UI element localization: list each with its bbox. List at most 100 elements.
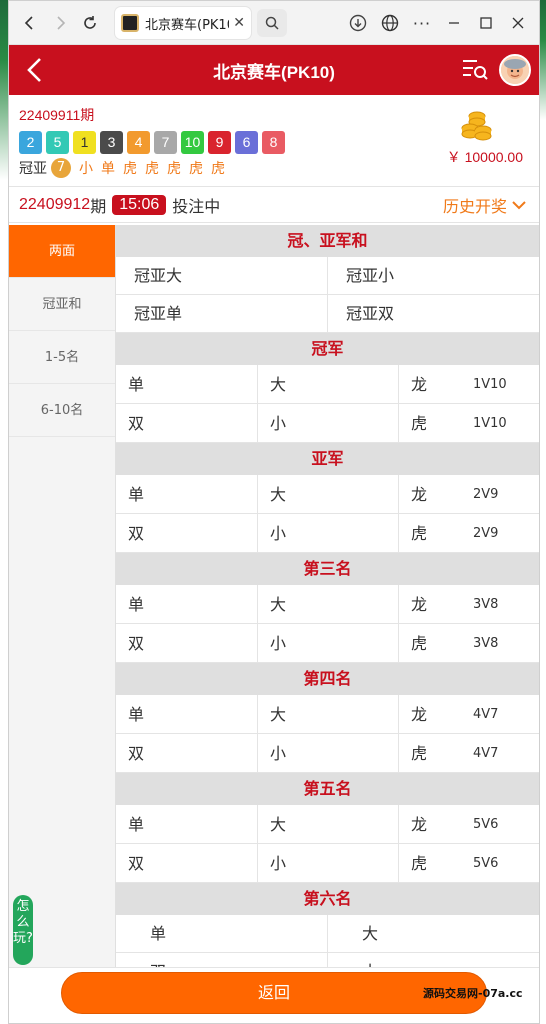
sidebar-item-1[interactable]: 冠亚和 bbox=[9, 278, 115, 331]
bet-row: 双小虎 1V10 bbox=[116, 404, 539, 443]
bet-row: 双小虎 2V9 bbox=[116, 514, 539, 553]
section-title: 第三名 bbox=[116, 553, 539, 585]
tab-close-icon[interactable]: ✕ bbox=[233, 15, 245, 31]
minimize-button[interactable] bbox=[439, 8, 469, 38]
matchup-label: 5V6 bbox=[473, 856, 499, 871]
site-favicon-icon bbox=[121, 14, 139, 32]
bet-option[interactable]: 虎 bbox=[399, 844, 461, 882]
bet-option[interactable]: 冠亚单 bbox=[116, 295, 328, 332]
bet-option[interactable]: 龙 bbox=[399, 695, 461, 733]
matchup-label: 3V8 bbox=[473, 597, 499, 612]
result-ball: 7 bbox=[154, 131, 177, 154]
watermark-text: 源码交易网-07a.cc bbox=[423, 987, 523, 1000]
bet-option[interactable]: 冠亚小 bbox=[328, 257, 539, 294]
arrow-right-icon bbox=[57, 15, 66, 30]
minimize-icon bbox=[449, 22, 459, 24]
browser-titlebar: 北京赛车(PK10) ✕ ··· bbox=[9, 1, 539, 45]
bet-row: 单大龙 2V9 bbox=[116, 475, 539, 514]
footer: 返回 源码交易网-07a.cc bbox=[9, 967, 539, 1023]
bet-option[interactable]: 双 bbox=[116, 404, 258, 442]
maximize-icon bbox=[480, 17, 492, 29]
bet-option[interactable]: 虎 bbox=[399, 404, 461, 442]
bet-row: 单大龙 4V7 bbox=[116, 695, 539, 734]
bet-row: 双小虎 5V6 bbox=[116, 844, 539, 883]
downloads-button[interactable] bbox=[343, 8, 373, 38]
browser-forward-button[interactable] bbox=[45, 8, 75, 38]
bet-option[interactable]: 龙 bbox=[399, 475, 461, 513]
maximize-button[interactable] bbox=[471, 8, 501, 38]
sidebar-item-0[interactable]: 两面 bbox=[9, 225, 115, 278]
bet-option[interactable]: 小 bbox=[258, 734, 399, 772]
bet-option[interactable]: 龙 bbox=[399, 365, 461, 403]
bet-option[interactable]: 单 bbox=[116, 475, 258, 513]
stat-item: 小 bbox=[79, 161, 93, 177]
bet-option[interactable]: 单 bbox=[116, 915, 328, 952]
stat-item: 虎 bbox=[167, 161, 181, 177]
bet-option[interactable]: 大 bbox=[258, 365, 399, 403]
header-back-button[interactable] bbox=[21, 55, 51, 85]
bet-option[interactable]: 双 bbox=[116, 734, 258, 772]
bet-option[interactable]: 龙 bbox=[399, 805, 461, 843]
stat-item: 虎 bbox=[211, 161, 225, 177]
bet-option[interactable]: 小 bbox=[258, 624, 399, 662]
bet-option[interactable]: 虎 bbox=[399, 514, 461, 552]
bet-option[interactable]: 虎 bbox=[399, 734, 461, 772]
matchup-label: 1V10 bbox=[473, 416, 507, 431]
bet-option[interactable]: 单 bbox=[116, 695, 258, 733]
bet-option[interactable]: 小 bbox=[258, 404, 399, 442]
bet-option[interactable]: 单 bbox=[116, 805, 258, 843]
how-to-play-button[interactable]: 怎么玩? bbox=[13, 895, 33, 965]
browser-window: 北京赛车(PK10) ✕ ··· bbox=[8, 0, 540, 1024]
result-ball: 1 bbox=[73, 131, 96, 154]
bet-option[interactable]: 单 bbox=[116, 585, 258, 623]
bet-option[interactable]: 小 bbox=[328, 953, 539, 967]
stat-item: 虎 bbox=[145, 161, 159, 177]
bet-option[interactable]: 大 bbox=[258, 585, 399, 623]
result-ball: 8 bbox=[262, 131, 285, 154]
rules-search-button[interactable] bbox=[461, 57, 489, 83]
bet-option[interactable]: 龙 bbox=[399, 585, 461, 623]
sidebar-item-2[interactable]: 1-5名 bbox=[9, 331, 115, 384]
bet-option[interactable]: 双 bbox=[116, 953, 328, 967]
section-title-sixth: 第六名 bbox=[116, 883, 539, 915]
arrow-left-icon bbox=[24, 15, 33, 30]
bet-row: 单大龙 5V6 bbox=[116, 805, 539, 844]
result-ball: 10 bbox=[181, 131, 204, 154]
bet-option[interactable]: 双 bbox=[116, 844, 258, 882]
chevron-down-icon bbox=[512, 200, 526, 209]
bet-row: 双小 bbox=[116, 953, 539, 967]
bet-status: 投注中 bbox=[172, 198, 221, 216]
current-period-number: 22409912 bbox=[19, 195, 91, 213]
browser-refresh-button[interactable] bbox=[75, 8, 105, 38]
translate-button[interactable] bbox=[375, 8, 405, 38]
bet-option[interactable]: 大 bbox=[258, 805, 399, 843]
section-title: 亚军 bbox=[116, 443, 539, 475]
result-ball: 4 bbox=[127, 131, 150, 154]
result-ball: 9 bbox=[208, 131, 231, 154]
bet-option[interactable]: 双 bbox=[116, 624, 258, 662]
bet-option[interactable]: 小 bbox=[258, 514, 399, 552]
browser-tab[interactable]: 北京赛车(PK10) ✕ bbox=[115, 7, 251, 39]
more-button[interactable]: ··· bbox=[407, 8, 437, 38]
history-results-label: 历史开奖 bbox=[442, 198, 507, 216]
result-ball: 6 bbox=[235, 131, 258, 154]
bet-option[interactable]: 小 bbox=[258, 844, 399, 882]
tab-search-button[interactable] bbox=[257, 9, 287, 37]
bet-option[interactable]: 冠亚双 bbox=[328, 295, 539, 332]
app-header: 北京赛车(PK10) bbox=[9, 45, 539, 95]
avatar[interactable] bbox=[499, 54, 531, 86]
browser-back-button[interactable] bbox=[15, 8, 45, 38]
history-results-link[interactable]: 历史开奖 bbox=[443, 193, 527, 217]
bet-option[interactable]: 单 bbox=[116, 365, 258, 403]
sidebar-item-3[interactable]: 6-10名 bbox=[9, 384, 115, 437]
bet-row: 单大龙 1V10 bbox=[116, 365, 539, 404]
bet-option[interactable]: 大 bbox=[258, 695, 399, 733]
bet-option[interactable]: 大 bbox=[258, 475, 399, 513]
bet-option[interactable]: 大 bbox=[328, 915, 539, 952]
matchup-label: 4V7 bbox=[473, 746, 499, 761]
close-button[interactable] bbox=[503, 8, 533, 38]
bet-option[interactable]: 双 bbox=[116, 514, 258, 552]
bet-option[interactable]: 虎 bbox=[399, 624, 461, 662]
bet-row: 冠亚单 冠亚双 bbox=[116, 295, 539, 333]
bet-option[interactable]: 冠亚大 bbox=[116, 257, 328, 294]
